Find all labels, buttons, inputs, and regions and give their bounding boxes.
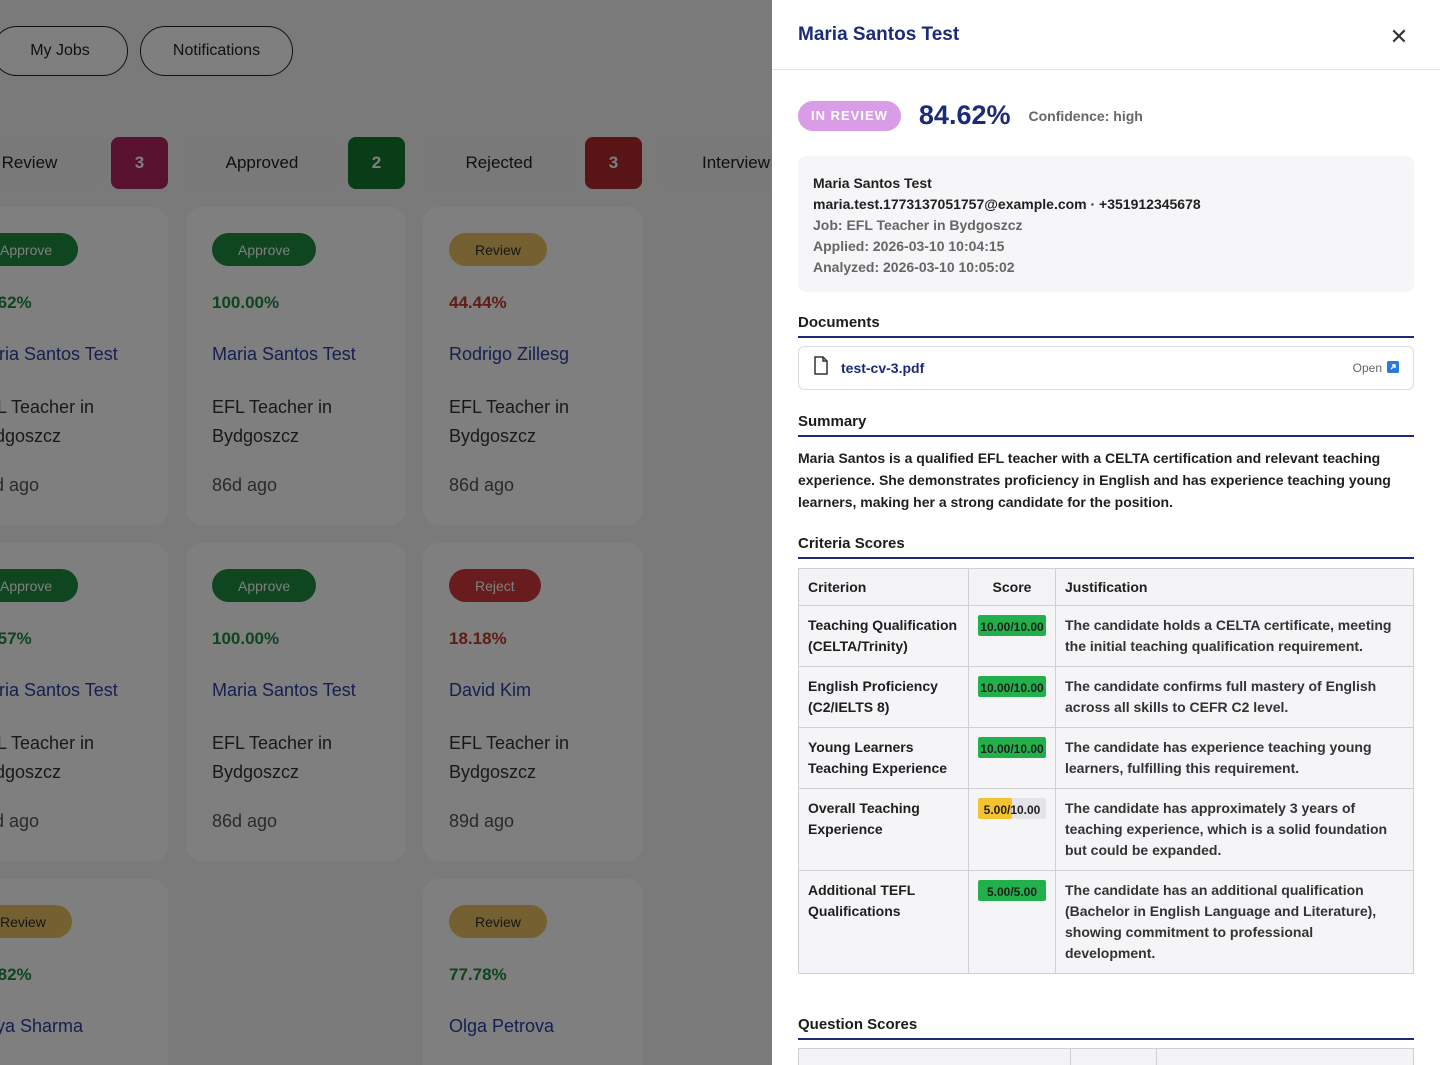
table-header-row [798,1048,1414,1065]
score-bar: 10.00/10.00 [978,615,1046,636]
criterion-name: Overall Teaching Experience [798,788,969,871]
candidate-name: Maria Santos Test [813,175,932,191]
external-link-icon [1387,360,1399,376]
drawer-header: Maria Santos Test ✕ [772,0,1440,70]
criteria-heading: Criteria Scores [798,535,1414,559]
score-bar: 10.00/10.00 [978,676,1046,697]
confidence-label: Confidence: high [1028,107,1143,124]
close-icon[interactable]: ✕ [1384,22,1414,52]
status-badge: IN REVIEW [798,100,901,131]
score-value: 10.00/10.00 [980,742,1044,756]
table-header-row: Criterion Score Justification [798,568,1414,606]
criterion-score: 5.00/5.00 [968,870,1056,974]
criterion-score: 10.00/10.00 [968,727,1056,789]
overall-score: 84.62% [918,100,1011,130]
score-value: 5.00/5.00 [986,885,1038,899]
document-name[interactable]: test-cv-3.pdf [841,360,1353,376]
status-row: IN REVIEW 84.62% Confidence: high [798,100,1143,131]
file-icon [813,356,829,380]
table-row: Overall Teaching Experience 5.00/10.00 The… [798,788,1414,871]
score-bar: 5.00/5.00 [978,880,1046,901]
table-row: Young Learners Teaching Experience 10.00/… [798,727,1414,789]
criterion-score: 5.00/10.00 [968,788,1056,871]
open-document-link[interactable]: Open [1352,360,1399,376]
candidate-info-box: Maria Santos Test maria.test.17731370517… [798,156,1414,292]
score-value: 10.00/10.00 [980,620,1044,634]
criterion-name: Additional TEFL Qualifications [798,870,969,974]
document-row[interactable]: test-cv-3.pdf Open [798,346,1414,390]
analyzed-date: Analyzed: 2026-03-10 10:05:02 [813,259,1015,275]
criteria-table: Criterion Score Justification Teaching Q… [798,568,1414,974]
drawer-title: Maria Santos Test [798,24,960,45]
criterion-justification: The candidate has experience teaching yo… [1055,727,1414,789]
applied-date: Applied: 2026-03-10 10:04:15 [813,238,1005,254]
criterion-name: Young Learners Teaching Experience [798,727,969,789]
column-header: Criterion [798,568,969,606]
score-bar: 5.00/10.00 [978,798,1046,819]
criterion-name: English Proficiency (C2/IELTS 8) [798,666,969,728]
modal-backdrop[interactable] [0,0,772,1065]
candidate-job: Job: EFL Teacher in Bydgoszcz [813,217,1023,233]
column-header: Justification [1055,568,1414,606]
summary-heading: Summary [798,413,1414,437]
question-scores-heading: Question Scores [798,1016,1414,1040]
summary-text: Maria Santos is a qualified EFL teacher … [798,450,1391,510]
table-row: Additional TEFL Qualifications 5.00/5.00 T… [798,870,1414,974]
candidate-detail-drawer: Maria Santos Test ✕ IN REVIEW 84.62% Con… [772,0,1440,1065]
criterion-score: 10.00/10.00 [968,666,1056,728]
table-row: English Proficiency (C2/IELTS 8) 10.00/10… [798,666,1414,728]
question-scores-table [798,1048,1414,1065]
column-header: Score [968,568,1056,606]
documents-heading: Documents [798,314,1414,338]
criterion-justification: The candidate holds a CELTA certificate,… [1055,605,1414,667]
criterion-justification: The candidate has approximately 3 years … [1055,788,1414,871]
score-value: 5.00/10.00 [983,803,1041,817]
score-bar: 10.00/10.00 [978,737,1046,758]
score-value: 10.00/10.00 [980,681,1044,695]
candidate-contact: maria.test.1773137051757@example.com · +… [813,196,1201,212]
criterion-justification: The candidate confirms full mastery of E… [1055,666,1414,728]
open-label: Open [1352,361,1382,375]
criterion-justification: The candidate has an additional qualific… [1055,870,1414,974]
table-row: Teaching Qualification (CELTA/Trinity) 10… [798,605,1414,667]
criterion-score: 10.00/10.00 [968,605,1056,667]
criterion-name: Teaching Qualification (CELTA/Trinity) [798,605,969,667]
